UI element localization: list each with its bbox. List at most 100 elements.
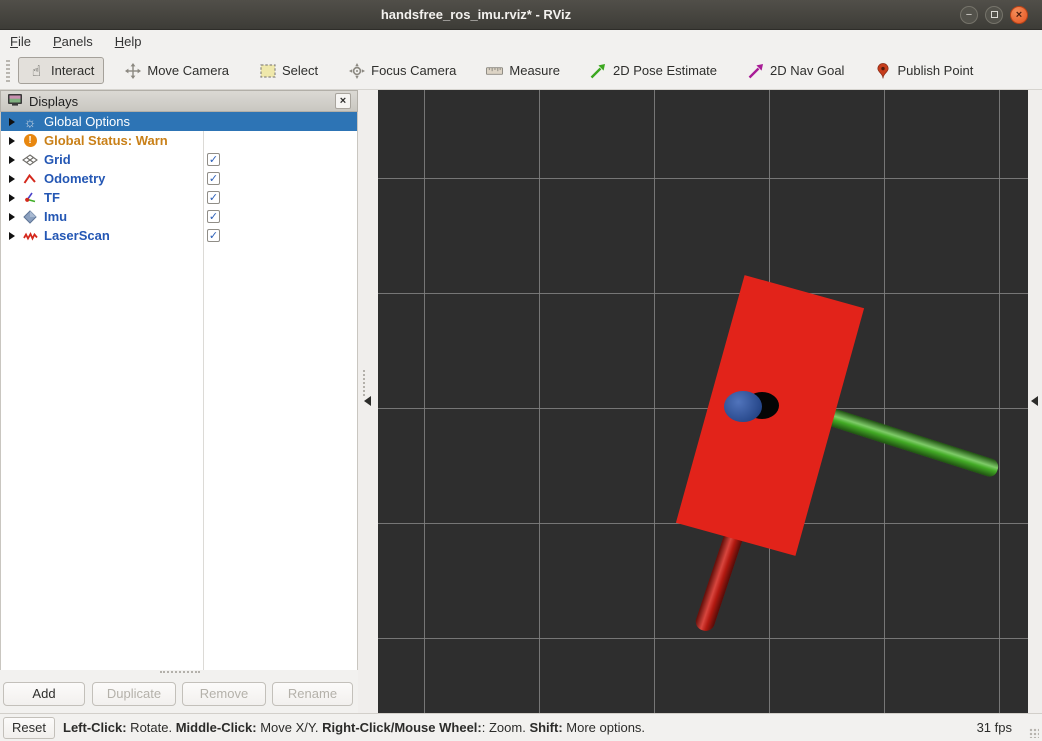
purple-arrow-icon — [747, 62, 764, 79]
hand-icon: ☝ — [31, 61, 42, 80]
panel-close-icon[interactable]: × — [335, 93, 351, 109]
expand-arrow-icon[interactable] — [9, 212, 15, 221]
map-pin-icon — [874, 62, 891, 79]
splitter-grip[interactable] — [363, 370, 365, 396]
tool-label: Focus Camera — [371, 63, 457, 78]
remove-button[interactable]: Remove — [182, 682, 266, 706]
grid-icon — [22, 153, 38, 166]
display-row-global-status-warn[interactable]: ! Global Status: Warn — [1, 131, 357, 150]
expand-arrow-icon[interactable] — [9, 117, 15, 126]
close-button[interactable]: × — [1010, 6, 1028, 24]
display-row-odometry[interactable]: Odometry ✓ — [1, 169, 357, 188]
left-splitter[interactable] — [358, 90, 378, 713]
tf-axes-icon — [22, 191, 38, 204]
tree-resize-grip[interactable] — [160, 671, 200, 673]
focus-crosshair-icon — [348, 62, 365, 79]
tool-publish-point[interactable]: Publish Point — [864, 57, 983, 84]
visibility-checkbox[interactable]: ✓ — [207, 229, 220, 242]
rename-button[interactable]: Rename — [272, 682, 353, 706]
visibility-checkbox[interactable]: ✓ — [207, 153, 220, 166]
expand-arrow-icon[interactable] — [9, 193, 15, 202]
collapse-arrow-icon[interactable] — [364, 396, 371, 406]
expand-arrow-icon[interactable] — [9, 174, 15, 183]
visibility-checkbox[interactable]: ✓ — [207, 172, 220, 185]
displays-tree: ☼ Global Options! Global Status: Warn Grid ✓… — [0, 112, 358, 670]
imu-icon — [22, 209, 38, 224]
monitor-icon — [7, 93, 23, 110]
grid-line — [378, 408, 1028, 409]
visibility-checkbox[interactable]: ✓ — [207, 191, 220, 204]
display-row-laserscan[interactable]: LaserScan ✓ — [1, 226, 357, 245]
display-row-grid[interactable]: Grid ✓ — [1, 150, 357, 169]
tool-focus-camera[interactable]: Focus Camera — [338, 57, 466, 84]
grid-line — [378, 638, 1028, 639]
toolbar: ☝ Interact Move Camera Select Focus Camera Me… — [0, 52, 1042, 90]
title-bar: handsfree_ros_imu.rviz* - RViz − × — [0, 0, 1042, 30]
reset-button[interactable]: Reset — [3, 717, 55, 739]
collapse-arrow-icon[interactable] — [1031, 396, 1038, 406]
render-view-3d[interactable] — [378, 90, 1028, 713]
menu-item-panels[interactable]: Panels — [53, 34, 93, 49]
blue-cylinder-cap — [724, 391, 762, 422]
display-row-tf[interactable]: TF ✓ — [1, 188, 357, 207]
toolbar-grip[interactable] — [6, 59, 10, 82]
ruler-icon — [486, 62, 504, 79]
display-row-label: Odometry — [44, 171, 106, 186]
display-row-label: LaserScan — [44, 228, 110, 243]
mouse-hints: Left-Click: Rotate. Middle-Click: Move X… — [63, 720, 646, 735]
tool-label: Measure — [509, 63, 560, 78]
status-bar: Reset Left-Click: Rotate. Middle-Click: … — [0, 713, 1042, 741]
tool-move-camera[interactable]: Move Camera — [114, 57, 239, 84]
tool-2d-nav-goal[interactable]: 2D Nav Goal — [737, 57, 854, 84]
grid-line — [654, 90, 655, 713]
tool-interact[interactable]: ☝ Interact — [18, 57, 105, 84]
menu-item-file[interactable]: File — [10, 34, 31, 49]
add-button[interactable]: Add — [3, 682, 85, 706]
display-row-label: TF — [44, 190, 60, 205]
tool-label: 2D Pose Estimate — [612, 63, 718, 78]
red-cylinder — [693, 524, 746, 634]
tool-2d-pose-estimate[interactable]: 2D Pose Estimate — [580, 57, 727, 84]
grid-line — [999, 90, 1000, 713]
tool-label: Interact — [51, 63, 95, 78]
gear-icon: ☼ — [23, 113, 37, 130]
move-arrows-icon — [124, 62, 141, 79]
window-title: handsfree_ros_imu.rviz* - RViz — [380, 7, 572, 22]
tool-label: 2D Nav Goal — [770, 63, 845, 78]
tool-label: Publish Point — [897, 63, 974, 78]
grid-line — [884, 90, 885, 713]
tool-measure[interactable]: Measure — [476, 57, 570, 84]
display-row-imu[interactable]: Imu ✓ — [1, 207, 357, 226]
laserscan-icon — [22, 230, 38, 241]
display-row-label: Global Options — [44, 114, 130, 129]
duplicate-button[interactable]: Duplicate — [92, 682, 176, 706]
grid-line — [378, 293, 1028, 294]
expand-arrow-icon[interactable] — [9, 136, 15, 145]
expand-arrow-icon[interactable] — [9, 231, 15, 240]
menu-item-help[interactable]: Help — [115, 34, 142, 49]
display-row-label: Global Status: Warn — [44, 133, 168, 148]
green-cylinder — [822, 406, 1001, 479]
menu-bar: File Panels Help — [0, 30, 1042, 52]
fps-counter: 31 fps — [976, 720, 1012, 735]
right-splitter[interactable] — [1028, 90, 1042, 713]
minimize-button[interactable]: − — [960, 6, 978, 24]
display-row-global-options[interactable]: ☼ Global Options — [1, 112, 357, 131]
expand-arrow-icon[interactable] — [9, 155, 15, 164]
rviz-window: handsfree_ros_imu.rviz* - RViz − × File P… — [0, 0, 1042, 741]
grid-line — [424, 90, 425, 713]
displays-panel: Displays × ☼ Global Options! Global Status… — [0, 90, 358, 713]
tool-label: Select — [282, 63, 319, 78]
tool-select[interactable]: Select — [249, 57, 328, 84]
panel-title: Displays — [29, 93, 79, 109]
grid-line — [539, 90, 540, 713]
displays-panel-header[interactable]: Displays × — [0, 90, 358, 112]
green-arrow-icon — [590, 62, 607, 79]
visibility-checkbox[interactable]: ✓ — [207, 210, 220, 223]
grid-line — [378, 178, 1028, 179]
display-row-label: Imu — [44, 209, 68, 224]
resize-grip[interactable] — [1029, 728, 1039, 738]
maximize-button[interactable] — [985, 6, 1003, 24]
maximize-icon — [990, 11, 998, 18]
warning-icon: ! — [22, 134, 38, 147]
